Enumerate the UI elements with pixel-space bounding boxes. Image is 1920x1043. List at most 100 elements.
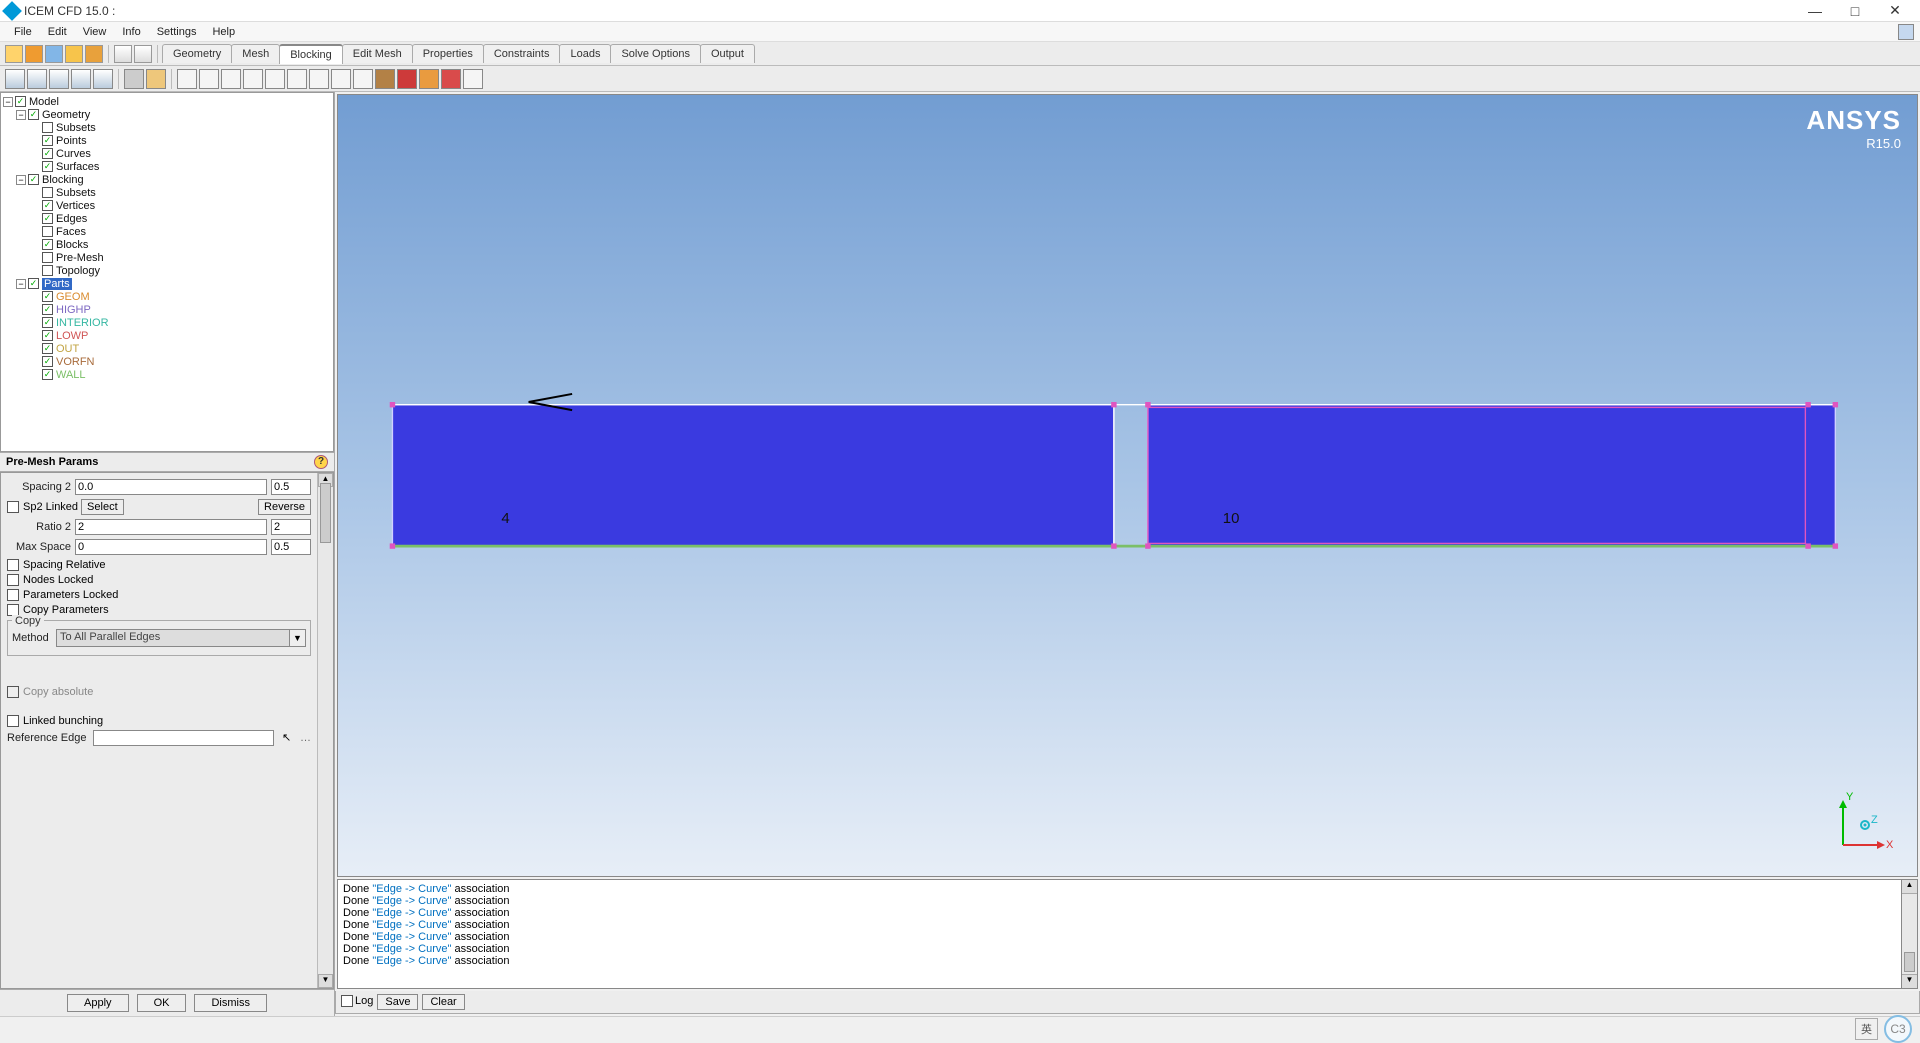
block-merge-icon[interactable] xyxy=(221,69,241,89)
viewport-3d[interactable]: ANSYS R15.0 xyxy=(337,94,1918,877)
tree-checkbox[interactable] xyxy=(42,317,53,328)
tree-collapse-icon[interactable]: − xyxy=(3,97,13,107)
tree-checkbox[interactable] xyxy=(42,226,53,237)
pick-icon[interactable]: ↖ xyxy=(282,731,296,745)
view-icon[interactable] xyxy=(93,69,113,89)
tree-premesh[interactable]: Pre-Mesh xyxy=(56,252,104,264)
maxspace-input[interactable] xyxy=(75,539,267,555)
scroll-thumb[interactable] xyxy=(1904,952,1915,972)
tree-subsets[interactable]: Subsets xyxy=(56,122,96,134)
tree-collapse-icon[interactable]: − xyxy=(16,279,26,289)
method-dropdown[interactable]: To All Parallel Edges xyxy=(56,629,290,647)
menu-view[interactable]: View xyxy=(75,24,115,40)
block-assoc-icon[interactable] xyxy=(265,69,285,89)
tree-vertices[interactable]: Vertices xyxy=(56,200,95,212)
close-button[interactable]: ✕ xyxy=(1875,0,1915,22)
tree-part-highp[interactable]: HIGHP xyxy=(56,304,91,316)
reverse-button[interactable]: Reverse xyxy=(258,499,311,515)
scroll-up-icon[interactable]: ▲ xyxy=(1902,880,1917,894)
tree-checkbox[interactable] xyxy=(42,369,53,380)
block-premesh-icon[interactable] xyxy=(331,69,351,89)
wire-icon[interactable] xyxy=(124,69,144,89)
tab-mesh[interactable]: Mesh xyxy=(231,44,280,63)
linked-bunching-checkbox[interactable] xyxy=(7,715,19,727)
settings-icon[interactable] xyxy=(85,45,103,63)
tree-checkbox[interactable] xyxy=(42,135,53,146)
tree-edges[interactable]: Edges xyxy=(56,213,87,225)
tree-blocking[interactable]: Blocking xyxy=(42,174,84,186)
tree-parts[interactable]: Parts xyxy=(42,278,72,290)
tree-part-lowp[interactable]: LOWP xyxy=(56,330,88,342)
log-checkbox[interactable] xyxy=(341,995,353,1007)
dismiss-button[interactable]: Dismiss xyxy=(194,994,267,1012)
tree-checkbox[interactable] xyxy=(42,330,53,341)
ime-indicator[interactable]: C3 xyxy=(1884,1015,1912,1043)
tree-curves[interactable]: Curves xyxy=(56,148,91,160)
undo-icon[interactable] xyxy=(114,45,132,63)
help-icon[interactable]: ? xyxy=(314,455,328,469)
ime-lang[interactable]: 英 xyxy=(1855,1018,1878,1040)
rotate-icon[interactable] xyxy=(49,69,69,89)
tree-points[interactable]: Points xyxy=(56,135,87,147)
scroll-thumb[interactable] xyxy=(320,483,331,543)
console-output[interactable]: Done "Edge -> Curve" association Done "E… xyxy=(337,879,1902,989)
tree-geometry[interactable]: Geometry xyxy=(42,109,90,121)
block-create-icon[interactable] xyxy=(177,69,197,89)
menu-edit[interactable]: Edit xyxy=(40,24,75,40)
tree-checkbox[interactable] xyxy=(42,265,53,276)
tree-checkbox[interactable] xyxy=(28,174,39,185)
tree-bsubsets[interactable]: Subsets xyxy=(56,187,96,199)
scroll-down-icon[interactable]: ▼ xyxy=(318,974,333,988)
save-log-button[interactable]: Save xyxy=(377,994,418,1010)
block-tool-icon[interactable] xyxy=(353,69,373,89)
redo-icon[interactable] xyxy=(134,45,152,63)
tree-checkbox[interactable] xyxy=(42,291,53,302)
saveall-icon[interactable] xyxy=(45,45,63,63)
tree-part-vorfn[interactable]: VORFN xyxy=(56,356,95,368)
tree-checkbox[interactable] xyxy=(42,161,53,172)
tree-checkbox[interactable] xyxy=(28,109,39,120)
tree-checkbox[interactable] xyxy=(42,213,53,224)
tree-checkbox[interactable] xyxy=(15,96,26,107)
tree-blocks[interactable]: Blocks xyxy=(56,239,88,251)
block-split-icon[interactable] xyxy=(199,69,219,89)
tree-part-geom[interactable]: GEOM xyxy=(56,291,90,303)
block-check-icon[interactable] xyxy=(397,69,417,89)
save-icon[interactable] xyxy=(25,45,43,63)
params-locked-checkbox[interactable] xyxy=(7,589,19,601)
spacing2-input[interactable] xyxy=(75,479,267,495)
sp2linked-checkbox[interactable] xyxy=(7,501,19,513)
project-icon[interactable] xyxy=(65,45,83,63)
shade-icon[interactable] xyxy=(146,69,166,89)
tab-editmesh[interactable]: Edit Mesh xyxy=(342,44,413,63)
tab-properties[interactable]: Properties xyxy=(412,44,484,63)
more-icon[interactable]: … xyxy=(300,732,311,744)
menu-help[interactable]: Help xyxy=(204,24,243,40)
block-quality-icon[interactable] xyxy=(419,69,439,89)
tree-part-out[interactable]: OUT xyxy=(56,343,79,355)
tree-checkbox[interactable] xyxy=(28,278,39,289)
tab-solveoptions[interactable]: Solve Options xyxy=(610,44,700,63)
block-move-icon[interactable] xyxy=(287,69,307,89)
ratio2-input[interactable] xyxy=(75,519,267,535)
tree-part-interior[interactable]: INTERIOR xyxy=(56,317,109,329)
apply-button[interactable]: Apply xyxy=(67,994,129,1012)
tree-part-wall[interactable]: WALL xyxy=(56,369,86,381)
ref-edge-input[interactable] xyxy=(93,730,274,746)
tree-checkbox[interactable] xyxy=(42,252,53,263)
menu-settings[interactable]: Settings xyxy=(149,24,205,40)
tree-checkbox[interactable] xyxy=(42,356,53,367)
tree-checkbox[interactable] xyxy=(42,148,53,159)
tree-checkbox[interactable] xyxy=(42,304,53,315)
maximize-button[interactable]: □ xyxy=(1835,0,1875,22)
block-edge-icon[interactable] xyxy=(243,69,263,89)
tree-model[interactable]: Model xyxy=(29,96,59,108)
tab-loads[interactable]: Loads xyxy=(559,44,611,63)
menu-info[interactable]: Info xyxy=(114,24,148,40)
tree-topology[interactable]: Topology xyxy=(56,265,100,277)
model-tree[interactable]: − Model − Geometry Subsets Points Curves S… xyxy=(0,92,334,452)
ok-button[interactable]: OK xyxy=(137,994,187,1012)
tab-constraints[interactable]: Constraints xyxy=(483,44,561,63)
block-transform-icon[interactable] xyxy=(309,69,329,89)
block-x-icon[interactable] xyxy=(463,69,483,89)
